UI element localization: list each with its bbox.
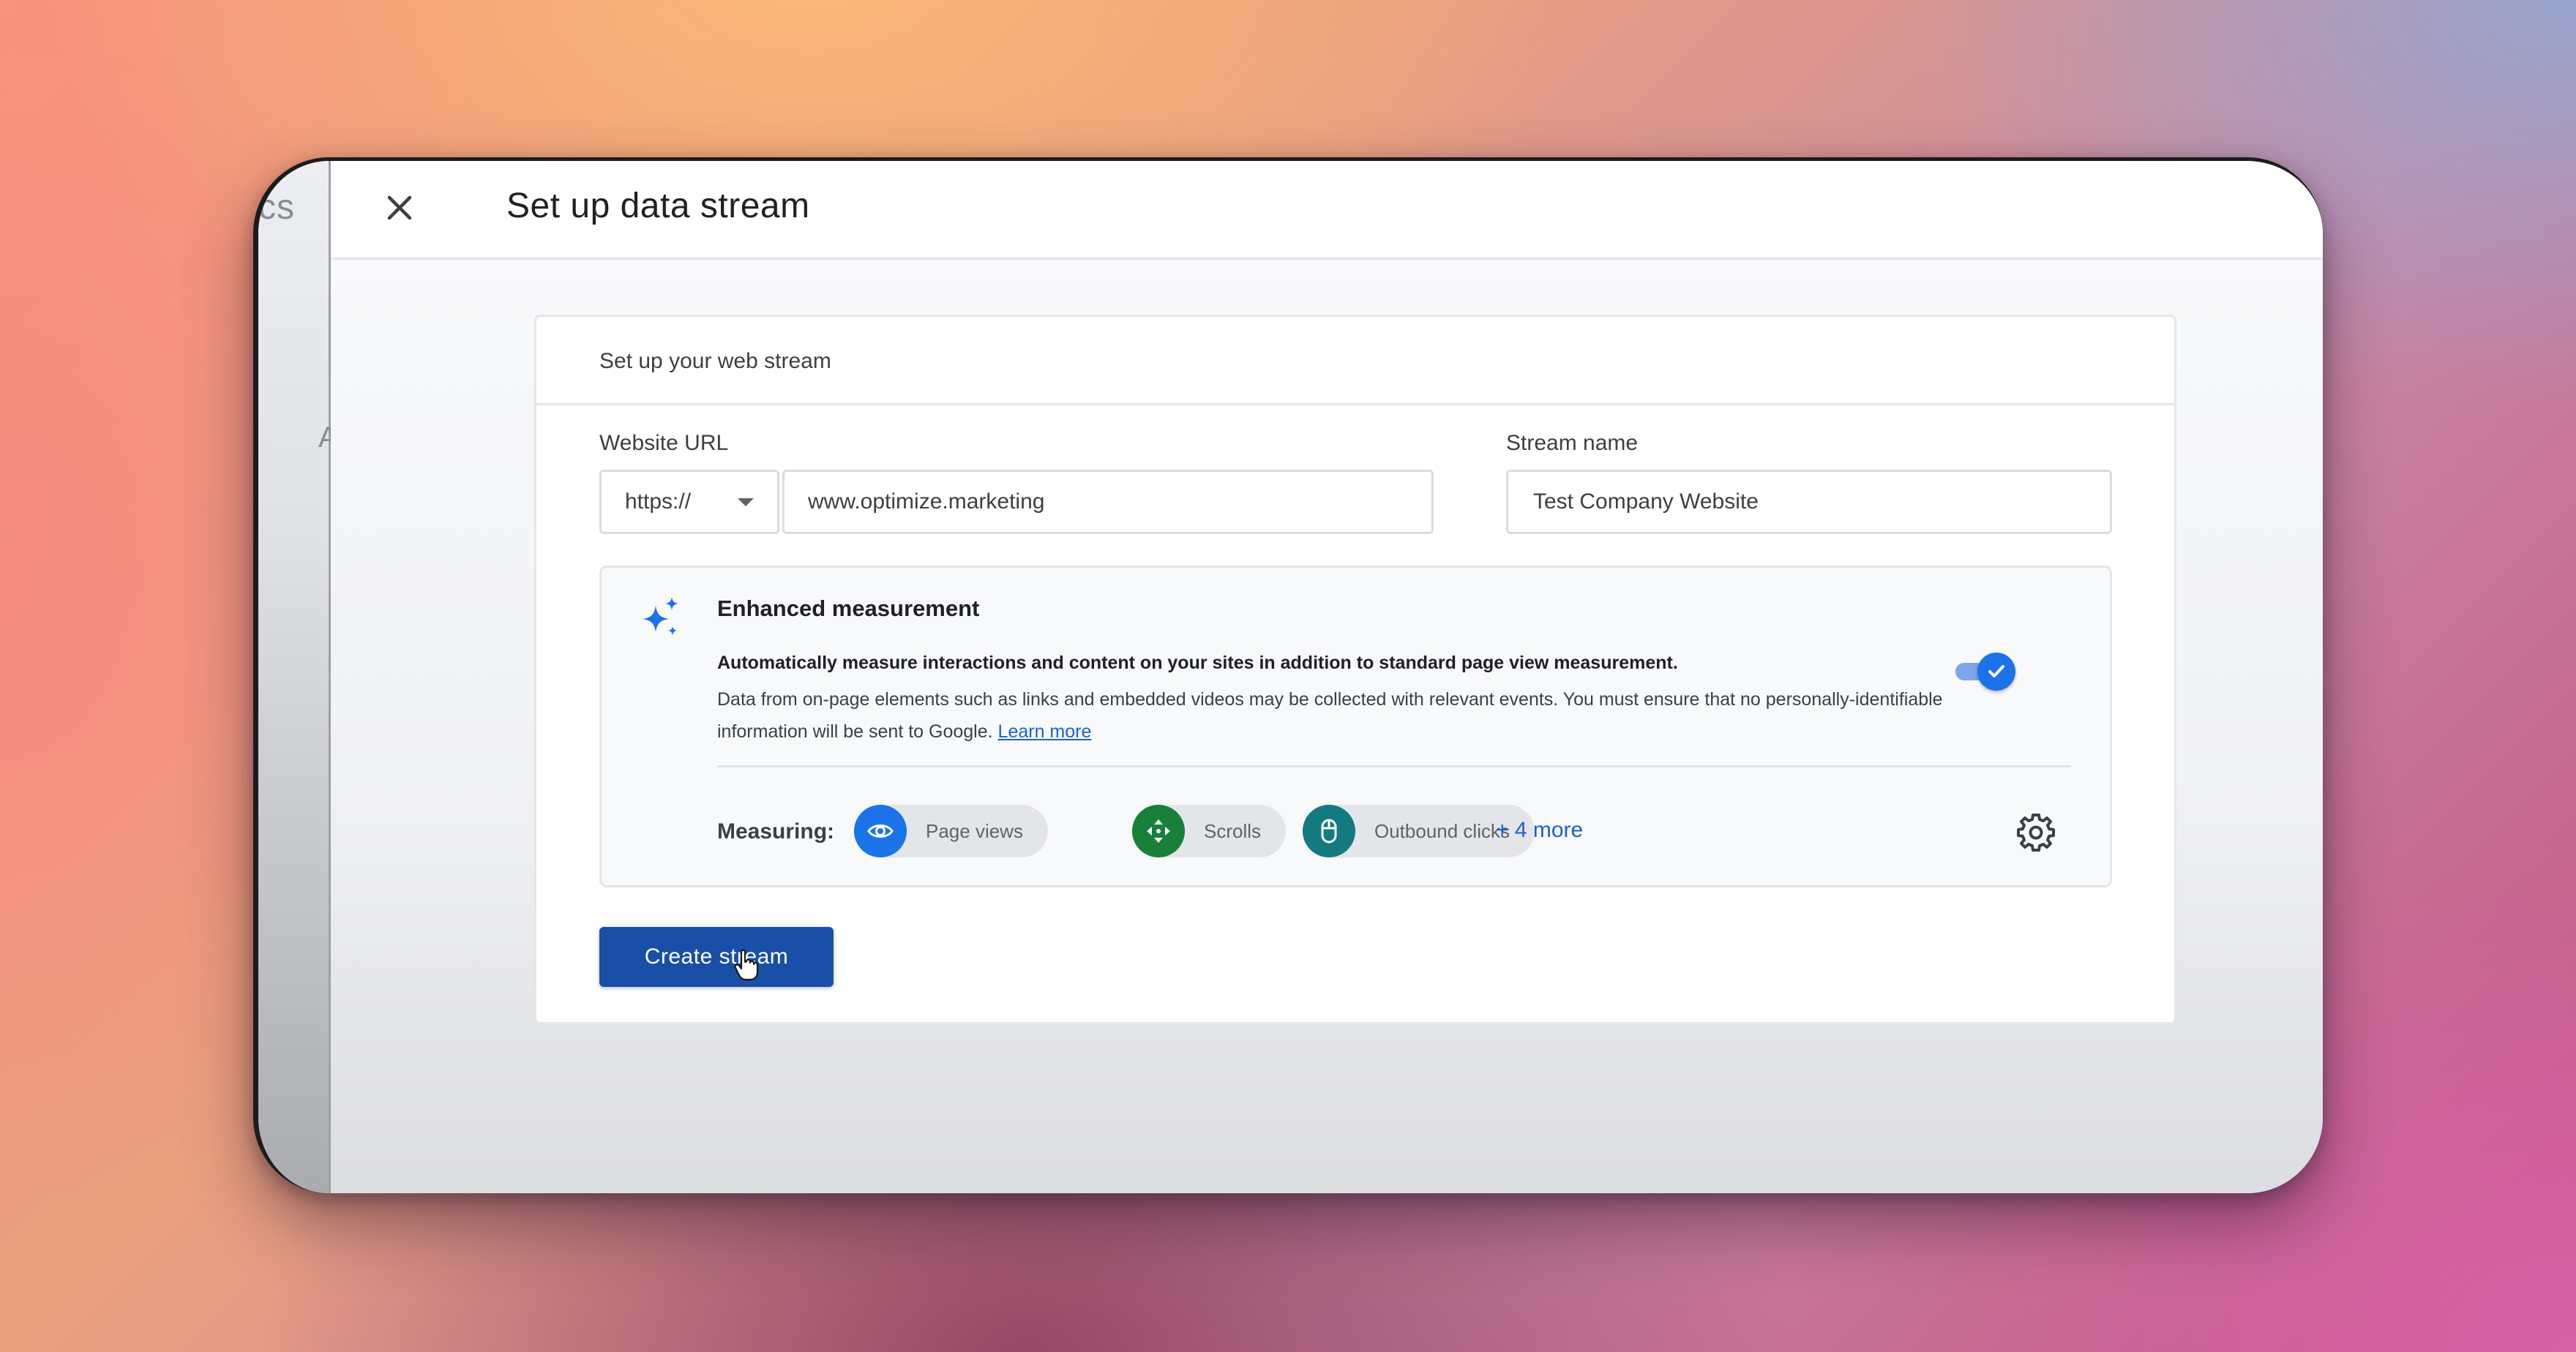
enhanced-measurement-title: Enhanced measurement [717,596,980,621]
gear-icon[interactable] [2015,812,2056,853]
app-window: cs A Set up data stream Set up your web … [253,157,2323,1193]
sparkle-icon [643,597,678,635]
scroll-icon [1132,805,1185,857]
page-title: Set up data stream [506,187,810,225]
web-stream-card: Set up your web stream Website URL https… [534,315,2176,1024]
chip-label: Scrolls [1204,819,1262,842]
dialog-content: Set up your web stream Website URL https… [331,260,2323,1193]
protocol-select[interactable]: https:// [599,470,779,534]
enhanced-measurement-panel: Enhanced measurement Automatically measu… [599,566,2112,887]
dialog-header: Set up data stream [331,161,2323,260]
website-url-label: Website URL [599,431,729,455]
partial-title: cs [258,188,295,227]
description-text: Data from on-page elements such as links… [717,689,1943,742]
measuring-label: Measuring: [717,819,835,844]
website-url-input[interactable]: www.optimize.marketing [782,470,1434,534]
more-measurements-link[interactable]: + 4 more [1496,818,1583,843]
stream-name-value: Test Company Website [1533,489,1759,514]
check-icon [1988,665,2004,677]
website-url-value: www.optimize.marketing [808,489,1045,514]
learn-more-link[interactable]: Learn more [998,721,1092,742]
card-heading: Set up your web stream [599,349,831,373]
enhanced-measurement-toggle[interactable] [1955,653,2015,691]
toggle-knob [1977,653,2015,691]
enhanced-measurement-description: Data from on-page elements such as links… [717,683,1961,748]
close-icon [387,195,412,220]
stream-name-input[interactable]: Test Company Website [1506,470,2112,534]
chip-page-views[interactable]: Page views [854,805,1048,857]
protocol-value: https:// [625,489,692,514]
divider [717,765,2071,767]
eye-icon [854,805,907,857]
caret-down-icon [738,498,754,506]
create-stream-button[interactable]: Create stream [599,927,834,987]
mouse-icon [1303,805,1355,857]
enhanced-measurement-summary: Automatically measure interactions and c… [717,653,1678,673]
close-button[interactable] [375,183,424,233]
chip-label: Page views [926,819,1023,842]
background-panel: cs A [258,161,338,1193]
stream-name-label: Stream name [1506,431,1639,455]
card-header: Set up your web stream [536,317,2174,405]
chip-scrolls[interactable]: Scrolls [1132,805,1287,857]
